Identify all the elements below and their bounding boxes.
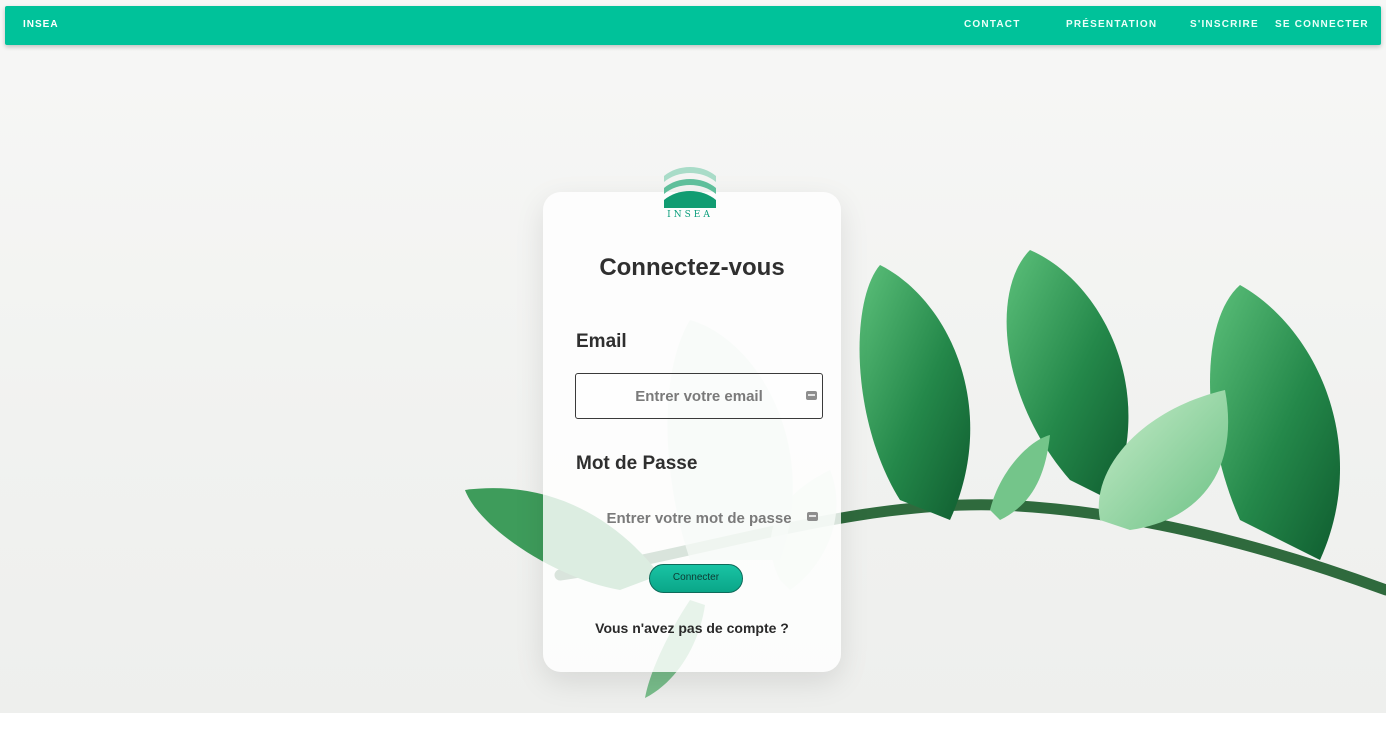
logo-text: INSEA bbox=[667, 210, 713, 220]
password-label: Mot de Passe bbox=[576, 453, 698, 474]
page: INSEA CONTACT PRÉSENTATION S'INSCRIRE SE… bbox=[0, 0, 1386, 730]
footer-strip bbox=[0, 713, 1386, 730]
login-title: Connectez-vous bbox=[599, 254, 785, 281]
nav-signup[interactable]: S'INSCRIRE bbox=[1190, 19, 1259, 30]
nav-contact[interactable]: CONTACT bbox=[964, 19, 1021, 30]
navbar: INSEA CONTACT PRÉSENTATION S'INSCRIRE SE… bbox=[5, 6, 1381, 45]
nav-presentation[interactable]: PRÉSENTATION bbox=[1066, 19, 1157, 30]
password-input[interactable] bbox=[575, 495, 823, 541]
signup-link[interactable]: Vous n'avez pas de compte ? bbox=[543, 620, 841, 636]
email-field-wrapper bbox=[575, 373, 823, 419]
password-field-wrapper bbox=[575, 495, 823, 541]
email-field-icon bbox=[806, 391, 817, 400]
email-label: Email bbox=[576, 331, 627, 352]
email-input[interactable] bbox=[576, 374, 822, 418]
brand-link[interactable]: INSEA bbox=[23, 19, 59, 30]
password-field-icon bbox=[807, 512, 818, 521]
nav-login[interactable]: SE CONNECTER bbox=[1275, 19, 1369, 30]
connect-button[interactable]: Connecter bbox=[649, 564, 743, 593]
